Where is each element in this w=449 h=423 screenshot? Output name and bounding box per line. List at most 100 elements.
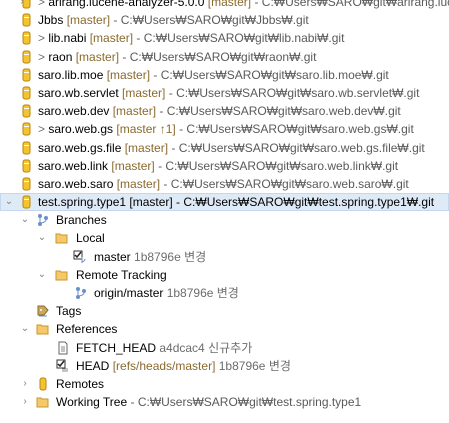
repo-name: saro.wb.servlet [38, 85, 119, 100]
local-label: Local [76, 231, 105, 246]
folder-icon [55, 270, 68, 281]
chevron-right-icon[interactable]: › [20, 375, 30, 393]
repo-path: - C:₩Users₩SARO₩git₩saro.web.saro₩.git [163, 176, 409, 191]
repo-branch: [master] [116, 176, 161, 191]
repo-row[interactable]: saro.web.gs.file [master] - C:₩Users₩SAR… [0, 139, 449, 157]
git-repository-icon [22, 177, 31, 191]
git-repository-icon [22, 122, 31, 136]
repo-branch: [master] [112, 104, 157, 119]
repo-branch: [master] [207, 0, 252, 9]
git-repository-icon [22, 141, 31, 154]
git-repository-icon [22, 50, 31, 64]
head-msg: 변경 [268, 358, 291, 373]
local-node[interactable]: ⌄ Local [0, 229, 449, 247]
branches-label: Branches [56, 213, 107, 228]
repo-name: saro.web.link [38, 158, 109, 173]
git-repository-icon [22, 104, 31, 118]
chevron-down-icon[interactable]: ⌄ [20, 320, 30, 338]
repo-row[interactable]: › > arirang.lucene-analyzer-5.0.0 [maste… [0, 0, 449, 11]
repo-row[interactable]: saro.lib.moe [master] - C:₩Users₩SARO₩gi… [0, 66, 449, 84]
repo-branch: [master] [75, 49, 120, 64]
references-node[interactable]: ⌄ References [0, 320, 449, 338]
tags-label: Tags [56, 304, 82, 319]
folder-icon [36, 324, 49, 335]
repo-name: arirang.lucene-analyzer-5.0.0 [48, 0, 205, 9]
repo-row[interactable]: saro.web.link [master] - C:₩Users₩SARO₩g… [0, 157, 449, 175]
repo-name: lib.nabi [48, 31, 87, 46]
remote-branch-hash: 1b8796e [166, 286, 214, 300]
remotes-node[interactable]: › Remotes [0, 375, 449, 393]
chevron-down-icon[interactable]: ⌄ [20, 211, 30, 229]
head-ref: [refs/heads/master] [112, 358, 216, 373]
branch-icon [38, 214, 48, 227]
repo-path: - C:₩Users₩SARO₩git₩saro.web.gs.file₩.gi… [171, 140, 425, 155]
repo-name: saro.web.gs [48, 122, 114, 137]
remote-branch-item[interactable]: origin/master 1b8796e 변경 [0, 284, 449, 302]
remote-icon [39, 377, 47, 391]
repo-branch: [master] [66, 13, 111, 28]
checked-reference-icon [56, 359, 68, 372]
checked-branch-icon [73, 250, 86, 263]
repo-row[interactable]: saro.wb.servlet [master] - C:₩Users₩SARO… [0, 84, 449, 102]
repo-path: - C:₩Users₩SARO₩git₩saro.lib.moe₩.git [153, 67, 389, 82]
local-branch-msg: 변경 [184, 249, 207, 264]
repo-branch: [master] [106, 67, 151, 82]
repo-prefix: > [38, 122, 49, 137]
repo-row[interactable]: > lib.nabi [master] - C:₩Users₩SARO₩git₩… [0, 29, 449, 47]
git-repository-icon [22, 86, 31, 100]
repo-branch: [master] [124, 140, 169, 155]
working-tree-node[interactable]: › Working Tree - C:₩Users₩SARO₩git₩test.… [0, 393, 449, 411]
repo-branch: [master] [122, 85, 166, 100]
repo-name: saro.web.gs.file [38, 140, 122, 155]
repo-prefix: > [38, 0, 49, 9]
remote-tracking-label: Remote Tracking [76, 267, 167, 282]
local-branch-name: master [94, 249, 131, 264]
git-repository-icon [22, 195, 31, 209]
git-repository-icon [22, 68, 31, 82]
references-label: References [56, 322, 118, 337]
fetch-head-item[interactable]: FETCH_HEAD a4dcac4 신규추가 [0, 339, 449, 357]
repo-row-selected[interactable]: ⌄ test.spring.type1 [master] - C:₩Users₩… [0, 193, 449, 212]
chevron-right-icon[interactable]: › [20, 393, 30, 411]
reference-icon [58, 341, 68, 355]
working-tree-label: Working Tree [56, 395, 128, 410]
repo-path: - C:₩Users₩SARO₩git₩Jbbs₩.git [113, 13, 309, 28]
repo-path: - C:₩Users₩SARO₩git₩saro.web.dev₩.git [159, 104, 401, 119]
repo-row[interactable]: saro.web.dev [master] - C:₩Users₩SARO₩gi… [0, 102, 449, 120]
fetch-head-msg: 신규추가 [208, 340, 253, 355]
tags-node[interactable]: Tags [0, 302, 449, 320]
repo-name: raon [48, 49, 73, 64]
head-item[interactable]: HEAD [refs/heads/master] 1b8796e 변경 [0, 357, 449, 375]
head-hash: 1b8796e [218, 358, 266, 373]
repo-path: - C:₩Users₩SARO₩git₩lib.nabi₩.git [136, 31, 345, 46]
repo-branch: [master ↑1] [116, 122, 176, 137]
git-repository-icon [22, 159, 31, 173]
folder-icon [36, 397, 49, 408]
chevron-down-icon[interactable]: ⌄ [4, 194, 14, 210]
repo-row[interactable]: > saro.web.gs [master ↑1] - C:₩Users₩SAR… [0, 120, 449, 138]
folder-icon [55, 233, 68, 244]
repo-row[interactable]: saro.web.saro [master] - C:₩Users₩SARO₩g… [0, 175, 449, 193]
chevron-down-icon[interactable]: ⌄ [37, 266, 47, 284]
repo-path: - C:₩Users₩SARO₩git₩raon₩.git [122, 49, 317, 64]
repo-path: - C:₩Users₩SARO₩git₩arirang.luce [254, 0, 449, 9]
branches-node[interactable]: ⌄ Branches [0, 211, 449, 229]
repo-row[interactable]: > raon [master] - C:₩Users₩SARO₩git₩raon… [0, 48, 449, 66]
repo-path: - C:₩Users₩SARO₩git₩saro.web.link₩.git [158, 158, 399, 173]
git-repository-icon [22, 0, 31, 9]
chevron-down-icon[interactable]: ⌄ [37, 229, 47, 247]
repo-row[interactable]: Jbbs [master] - C:₩Users₩SARO₩git₩Jbbs₩.… [0, 11, 449, 29]
repo-name: saro.web.dev [38, 104, 110, 119]
remote-branch-msg: 변경 [216, 286, 239, 300]
fetch-head-hash: a4dcac4 [159, 340, 205, 355]
fetch-head-name: FETCH_HEAD [76, 340, 157, 355]
remote-tracking-node[interactable]: ⌄ Remote Tracking [0, 266, 449, 284]
local-branch-item[interactable]: master 1b8796e 변경 [0, 248, 449, 266]
git-repositories-tree: › > arirang.lucene-analyzer-5.0.0 [maste… [0, 0, 449, 411]
tag-icon [37, 305, 49, 317]
repo-name: saro.lib.moe [38, 67, 104, 82]
working-tree-path: - C:₩Users₩SARO₩git₩test.spring.type1 [130, 395, 362, 410]
repo-name: saro.web.saro [38, 176, 114, 191]
repo-prefix: > [38, 49, 49, 64]
repo-selected-label: test.spring.type1 [master] - C:₩Users₩SA… [38, 195, 435, 210]
